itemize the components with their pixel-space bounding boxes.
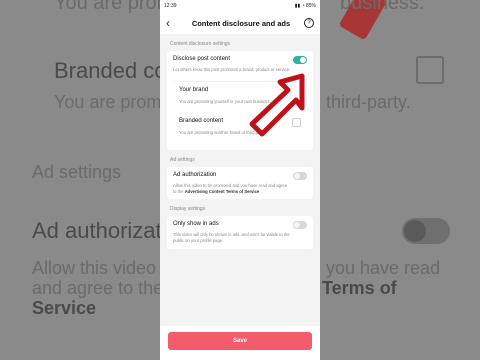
bg-text: Terms of: [322, 278, 397, 298]
status-time: 12:39: [164, 3, 177, 9]
section-label-ad-settings: Ad settings: [170, 157, 195, 164]
bg-text: and agree to the: [32, 278, 164, 298]
only-show-in-ads-label: Only show in ads: [173, 221, 219, 228]
only-show-in-ads-description: This video will only be shown in ads, an…: [173, 232, 290, 244]
status-bar: 12:39 ▮▮ ◔ 85%: [160, 0, 320, 12]
only-show-in-ads-card: Only show in ads This video will only be…: [167, 216, 313, 249]
bg-checkbox: [416, 56, 444, 84]
bg-text: third-party.: [326, 92, 411, 112]
ad-authorization-description: Allow this video to be promoted and you …: [173, 183, 288, 194]
bg-text: Ad settings: [32, 162, 122, 182]
section-label-content-disclosure: Content disclosure settings: [170, 41, 231, 47]
ad-authorization-card: Ad authorization Allow this video to be …: [167, 167, 313, 200]
header-bar: ‹ Content disclosure and ads ?: [160, 12, 320, 34]
your-brand-label: Your brand: [179, 86, 209, 93]
branded-content-label: Branded content: [179, 118, 224, 125]
page-title: Content disclosure and ads: [191, 18, 291, 28]
bg-text: Ad authorizatio: [32, 218, 179, 243]
disclose-post-content-toggle[interactable]: [293, 56, 307, 64]
bg-text: business.: [340, 0, 425, 14]
red-arrow-annotation: [249, 73, 305, 137]
ad-authorization-label: Ad authorization: [173, 172, 217, 179]
settings-content: Content disclosure settings Disclose pos…: [160, 34, 320, 249]
status-icons: ▮▮ ◔ 85%: [294, 3, 316, 9]
bg-toggle: [402, 218, 450, 244]
only-show-in-ads-toggle[interactable]: [293, 221, 307, 230]
phone-screen: 12:39 ▮▮ ◔ 85% ‹ Content disclosure and …: [160, 0, 320, 360]
bg-text: Service: [32, 298, 97, 318]
bg-text: Branded co: [54, 58, 167, 83]
disclose-post-content-label: Disclose post content: [173, 56, 231, 62]
save-button[interactable]: Save: [168, 332, 312, 350]
bg-text: you have read: [326, 258, 441, 278]
advertising-terms-link[interactable]: Advertising Content Terms of Service: [185, 189, 260, 194]
back-arrow-icon[interactable]: ‹: [166, 16, 178, 30]
ad-authorization-toggle[interactable]: [293, 172, 307, 181]
help-icon[interactable]: ?: [304, 18, 314, 28]
footer: Save: [160, 326, 320, 360]
section-label-display-settings: Display settings: [170, 206, 206, 213]
bg-text: You are promo: [54, 92, 172, 112]
bg-text: Allow this video t: [32, 258, 167, 278]
